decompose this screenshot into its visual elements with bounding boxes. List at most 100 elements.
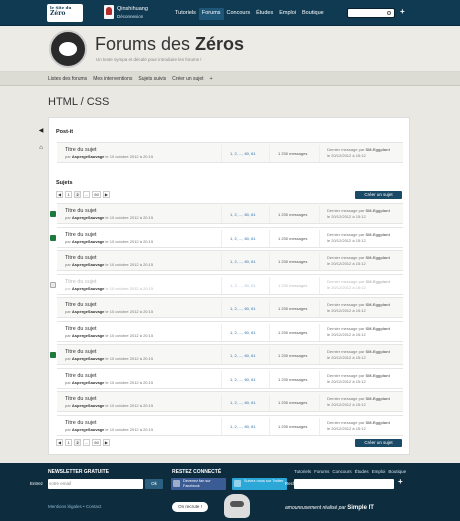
footer-nav-etudes[interactable]: Études [355, 469, 369, 474]
footer-search-input[interactable] [294, 479, 394, 489]
footer-nav-tutoriels[interactable]: Tutoriels [294, 469, 311, 474]
table-row[interactable]: Titre du sujet par AspergeSauvage le 10 o… [57, 391, 403, 412]
legal-link[interactable]: Mentions légales [48, 504, 82, 509]
nav-tutoriels[interactable]: Tutoriels [172, 8, 199, 20]
nav-boutique[interactable]: Boutique [299, 8, 327, 20]
table-row[interactable]: Titre du sujet par AspergeSauvage le 10 o… [57, 414, 403, 436]
topic-author[interactable]: AspergeSauvage [72, 262, 104, 267]
topic-title[interactable]: Titre du sujet [65, 373, 97, 379]
pager-page-1[interactable]: 1 [65, 191, 73, 198]
topic-title[interactable]: Titre du sujet [65, 232, 97, 238]
topic-title[interactable]: Titre du sujet [65, 326, 97, 332]
topic-title[interactable]: Titre du sujet [65, 208, 97, 214]
subnav-create[interactable]: Créer un sujet [172, 76, 203, 82]
avatar[interactable] [104, 5, 114, 19]
table-row[interactable]: Titre du sujet par AspergeSauvage le 10 o… [50, 344, 403, 365]
table-row[interactable]: Titre du sujet par AspergeSauvage le 10 o… [50, 226, 403, 248]
topic-title[interactable]: Titre du sujet [65, 349, 97, 355]
topic-title[interactable]: Titre du sujet [65, 396, 97, 402]
nav-concours[interactable]: Concours [224, 8, 254, 20]
last-author[interactable]: SM-Eggplant [365, 396, 389, 401]
topic-pages[interactable]: 1, 2, ..., 60, 61 [221, 347, 269, 364]
subnav-followed[interactable]: Sujets suivis [138, 76, 166, 82]
newsletter-ok-button[interactable]: Ok [145, 479, 163, 489]
pager-page-1[interactable]: 1 [65, 439, 73, 446]
topic-title[interactable]: Titre du sujet [65, 255, 97, 261]
plus-icon[interactable]: + [400, 7, 405, 16]
pager-page-60[interactable]: 60 [92, 191, 101, 198]
table-row[interactable]: Titre du sujet par AspergeSauvage le 10 o… [57, 320, 403, 342]
topic-title[interactable]: Titre du sujet [65, 302, 97, 308]
topic-title[interactable]: Titre du sujet [65, 420, 97, 426]
topic-title[interactable]: Titre du sujet [65, 279, 97, 285]
pager-next[interactable]: ▶ [102, 191, 110, 198]
home-icon[interactable]: ⌂ [36, 143, 46, 153]
last-author[interactable]: SM-Eggplant [365, 232, 389, 237]
recruit-bubble[interactable]: On recrute ! [172, 502, 208, 512]
search-icon[interactable] [387, 11, 391, 15]
topic-pages[interactable]: 1, 2, ..., 60, 61 [221, 394, 269, 411]
topic-author[interactable]: AspergeSauvage [72, 286, 104, 291]
last-author[interactable]: SM-Eggplant [365, 208, 389, 213]
last-author[interactable]: SM-Eggplant [365, 326, 389, 331]
topic-pages[interactable]: 1, 2, ..., 60, 61 [221, 276, 269, 294]
topic-pages[interactable]: 1, 2, ..., 60, 61 [221, 253, 269, 270]
facebook-button[interactable]: Devenez fan sur Facebook [171, 478, 226, 490]
contact-link[interactable]: Contact [86, 504, 102, 509]
subnav-list[interactable]: Listes des forums [48, 76, 87, 82]
nav-forums[interactable]: Forums [198, 8, 224, 20]
pager-page-60[interactable]: 60 [92, 439, 101, 446]
topic-author[interactable]: AspergeSauvage [72, 427, 104, 432]
topic-author[interactable]: AspergeSauvage [72, 403, 104, 408]
footer-nav-boutique[interactable]: Boutique [388, 469, 406, 474]
create-topic-button-bottom[interactable]: Créer un sujet [355, 439, 402, 447]
footer-nav-emploi[interactable]: Emploi [372, 469, 386, 474]
last-author[interactable]: SM-Eggplant [365, 302, 389, 307]
topic-author[interactable]: AspergeSauvage [72, 215, 104, 220]
last-author[interactable]: SM-Eggplant [365, 420, 389, 425]
topic-pages[interactable]: 1, 2, ..., 60, 61 [221, 323, 269, 341]
twitter-button[interactable]: Suivez-nous sur Twitter [232, 478, 287, 490]
back-arrow-icon[interactable]: ◀ [36, 126, 46, 136]
subnav-mine[interactable]: Mes interventions [93, 76, 132, 82]
last-author[interactable]: SM-Eggplant [365, 147, 389, 152]
user-menu[interactable]: Qinshihuang Déconnexion [117, 6, 148, 20]
topic-pages[interactable]: 1, 2, ..., 60, 61 [221, 300, 269, 317]
table-row[interactable]: Titre du sujet par AspergeSauvage le 10 o… [57, 297, 403, 318]
site-logo[interactable]: le Site du Zéro [47, 4, 83, 22]
topic-author[interactable]: AspergeSauvage [72, 333, 104, 338]
footer-nav-concours[interactable]: Concours [332, 469, 351, 474]
pager-page-2[interactable]: 2 [74, 439, 82, 446]
topic-title[interactable]: Titre du sujet [65, 147, 97, 153]
topic-pages[interactable]: 1, 2, ..., 60, 61 [221, 417, 269, 435]
nav-etudes[interactable]: Études [253, 8, 276, 20]
last-author[interactable]: SM-Eggplant [365, 373, 389, 378]
table-row[interactable]: Titre du sujet par AspergeSauvage le 10 o… [50, 203, 403, 224]
pager-page-2[interactable]: 2 [74, 191, 82, 198]
table-row[interactable]: Titre du sujet par AspergeSauvage le 10 o… [57, 250, 403, 271]
topic-pages[interactable]: 1, 2, ..., 60, 61 [221, 370, 269, 388]
subnav-plus[interactable]: + [210, 76, 213, 82]
nav-emploi[interactable]: Emploi [276, 8, 299, 20]
topic-pages[interactable]: 1, 2, ..., 60, 61 [221, 145, 269, 162]
simpleit-logo[interactable]: Simple IT [347, 505, 374, 511]
last-author[interactable]: SM-Eggplant [365, 279, 389, 284]
topic-author[interactable]: AspergeSauvage [72, 154, 104, 159]
footer-plus-icon[interactable]: + [398, 477, 403, 486]
footer-nav-forums[interactable]: Forums [314, 469, 329, 474]
last-author[interactable]: SM-Eggplant [365, 255, 389, 260]
postit-row[interactable]: Titre du sujet par AspergeSauvage le 10 … [57, 142, 403, 163]
table-row[interactable]: Titre du sujet par AspergeSauvage le 10 o… [57, 367, 403, 389]
pager-next[interactable]: ▶ [102, 439, 110, 446]
pager-prev[interactable]: ◀ [56, 439, 64, 446]
topic-pages[interactable]: 1, 2, ..., 60, 61 [221, 229, 269, 247]
pager-prev[interactable]: ◀ [56, 191, 64, 198]
topic-author[interactable]: AspergeSauvage [72, 380, 104, 385]
search-input[interactable] [347, 8, 395, 18]
last-author[interactable]: SM-Eggplant [365, 349, 389, 354]
logout-link[interactable]: Déconnexion [117, 13, 148, 20]
topic-author[interactable]: AspergeSauvage [72, 309, 104, 314]
table-row[interactable]: Titre du sujet par AspergeSauvage le 10 o… [50, 273, 403, 295]
create-topic-button[interactable]: Créer un sujet [355, 191, 402, 199]
topic-author[interactable]: AspergeSauvage [72, 239, 104, 244]
